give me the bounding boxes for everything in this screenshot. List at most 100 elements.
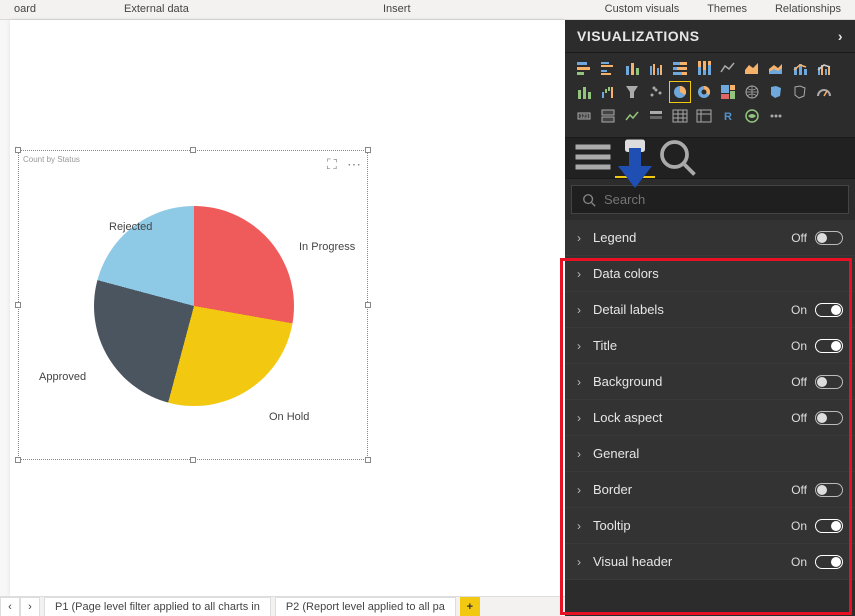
viz-treemap-icon[interactable] — [717, 81, 739, 103]
format-row-visual-header[interactable]: ›Visual headerOn — [565, 544, 855, 580]
viz-area-icon[interactable] — [741, 57, 763, 79]
resize-handle[interactable] — [15, 302, 21, 308]
chart-title: Count by Status — [23, 155, 80, 164]
resize-handle[interactable] — [190, 457, 196, 463]
viz-slicer-icon[interactable] — [645, 105, 667, 127]
resize-handle[interactable] — [15, 147, 21, 153]
toggle-state-label: Off — [791, 231, 807, 245]
resize-handle[interactable] — [190, 147, 196, 153]
chevron-right-icon: › — [577, 375, 585, 389]
toggle-switch[interactable] — [815, 483, 843, 497]
viz-pie-icon[interactable] — [669, 81, 691, 103]
svg-text:123: 123 — [580, 114, 589, 120]
format-row-legend[interactable]: ›LegendOff — [565, 220, 855, 256]
format-row-border[interactable]: ›BorderOff — [565, 472, 855, 508]
viz-line-icon[interactable] — [717, 57, 739, 79]
pie-label: Approved — [39, 371, 86, 383]
ribbon-tab[interactable]: Custom visuals — [591, 0, 694, 19]
toggle-switch[interactable] — [815, 339, 843, 353]
viz-stacked-column-icon[interactable] — [621, 57, 643, 79]
format-row-lock-aspect[interactable]: ›Lock aspectOff — [565, 400, 855, 436]
viz-table-icon[interactable] — [669, 105, 691, 127]
resize-handle[interactable] — [15, 457, 21, 463]
viz-ribbon-icon[interactable] — [573, 81, 595, 103]
toggle-switch[interactable] — [815, 411, 843, 425]
ribbon-tab[interactable]: Themes — [693, 0, 761, 19]
viz-multi-row-card-icon[interactable] — [597, 105, 619, 127]
toggle-state-label: On — [791, 519, 807, 533]
fields-tab[interactable] — [573, 138, 613, 178]
format-row-background[interactable]: ›BackgroundOff — [565, 364, 855, 400]
viz-waterfall-icon[interactable] — [597, 81, 619, 103]
page-nav-prev[interactable]: ‹ — [0, 597, 20, 616]
pie-chart[interactable] — [94, 206, 294, 406]
viz-shape-map-icon[interactable] — [789, 81, 811, 103]
format-row-tooltip[interactable]: ›TooltipOn — [565, 508, 855, 544]
report-canvas[interactable]: ⛶ ⋯ Count by Status In Progress On Hold … — [0, 20, 565, 596]
chevron-right-icon: › — [577, 231, 585, 245]
viz-gauge-icon[interactable] — [813, 81, 835, 103]
viz-kpi-icon[interactable] — [621, 105, 643, 127]
page-tabs: ‹ › P1 (Page level filter applied to all… — [0, 596, 565, 616]
chevron-right-icon: › — [577, 519, 585, 533]
viz-line-clustered-column-icon[interactable] — [813, 57, 835, 79]
ribbon-tab[interactable]: Insert — [369, 0, 425, 19]
viz-clustered-column-icon[interactable] — [645, 57, 667, 79]
toggle-switch[interactable] — [815, 519, 843, 533]
chevron-right-icon: › — [838, 28, 843, 44]
format-row-detail-labels[interactable]: ›Detail labelsOn — [565, 292, 855, 328]
format-search[interactable] — [571, 185, 849, 214]
analytics-tab[interactable] — [657, 138, 697, 178]
ribbon-tab[interactable]: External data — [110, 0, 203, 19]
panel-header[interactable]: VISUALIZATIONS › — [565, 20, 855, 52]
page-nav-next[interactable]: › — [20, 597, 40, 616]
ribbon-tab[interactable]: Relationships — [761, 0, 855, 19]
resize-handle[interactable] — [365, 302, 371, 308]
format-label: General — [593, 446, 639, 461]
format-row-general[interactable]: ›General — [565, 436, 855, 472]
chevron-right-icon: › — [577, 555, 585, 569]
ribbon-tab[interactable]: oard — [0, 0, 50, 19]
toggle-switch[interactable] — [815, 303, 843, 317]
page-tab[interactable]: P1 (Page level filter applied to all cha… — [44, 597, 271, 616]
toggle-state-label: Off — [791, 411, 807, 425]
viz-r-visual-icon[interactable]: R — [717, 105, 739, 127]
format-label: Title — [593, 338, 617, 353]
viz-hundred-stacked-bar-icon[interactable] — [669, 57, 691, 79]
page-tab[interactable]: P2 (Report level applied to all pa — [275, 597, 456, 616]
resize-handle[interactable] — [365, 147, 371, 153]
viz-map-icon[interactable] — [741, 81, 763, 103]
chevron-right-icon: › — [577, 267, 585, 281]
search-input[interactable] — [604, 192, 838, 207]
viz-stacked-area-icon[interactable] — [765, 57, 787, 79]
toggle-state-label: Off — [791, 375, 807, 389]
visual-selection-box[interactable]: ⛶ ⋯ Count by Status In Progress On Hold … — [18, 150, 368, 460]
viz-stacked-bar-icon[interactable] — [573, 57, 595, 79]
viz-clustered-bar-icon[interactable] — [597, 57, 619, 79]
viz-card-icon[interactable]: 123 — [573, 105, 595, 127]
format-label: Visual header — [593, 554, 672, 569]
more-options-icon[interactable]: ⋯ — [347, 157, 361, 171]
svg-text:R: R — [724, 111, 732, 123]
viz-more-icon[interactable] — [765, 105, 787, 127]
format-label: Lock aspect — [593, 410, 662, 425]
viz-donut-icon[interactable] — [693, 81, 715, 103]
resize-handle[interactable] — [365, 457, 371, 463]
viz-scatter-icon[interactable] — [645, 81, 667, 103]
viz-python-visual-icon[interactable] — [741, 105, 763, 127]
focus-mode-icon[interactable]: ⛶ — [327, 157, 341, 171]
toggle-state-label: Off — [791, 483, 807, 497]
format-row-title[interactable]: ›TitleOn — [565, 328, 855, 364]
panel-title: VISUALIZATIONS — [577, 28, 700, 44]
viz-hundred-stacked-column-icon[interactable] — [693, 57, 715, 79]
toggle-switch[interactable] — [815, 375, 843, 389]
add-page-button[interactable]: + — [460, 597, 480, 616]
toggle-state-label: On — [791, 303, 807, 317]
viz-filled-map-icon[interactable] — [765, 81, 787, 103]
viz-matrix-icon[interactable] — [693, 105, 715, 127]
toggle-switch[interactable] — [815, 231, 843, 245]
format-row-data-colors[interactable]: ›Data colors — [565, 256, 855, 292]
viz-funnel-icon[interactable] — [621, 81, 643, 103]
toggle-switch[interactable] — [815, 555, 843, 569]
viz-line-stacked-column-icon[interactable] — [789, 57, 811, 79]
